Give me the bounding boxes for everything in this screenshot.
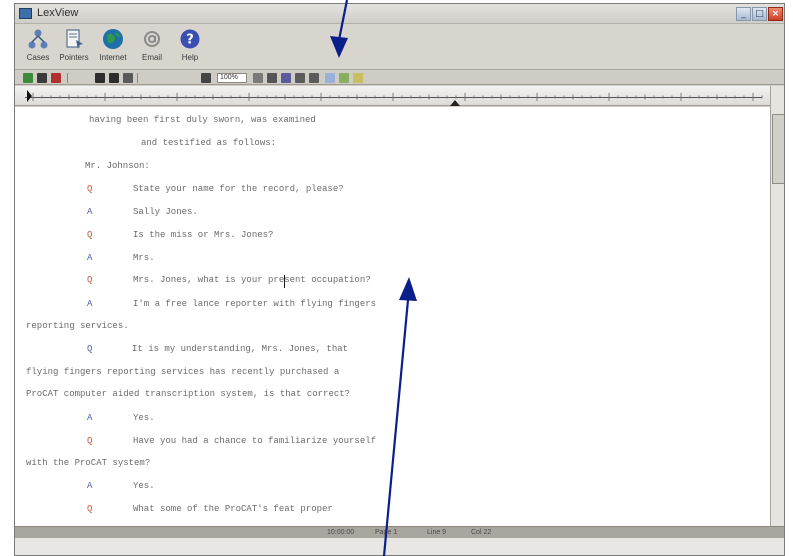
transcript-line[interactable]: having been first duly sworn, was examin… <box>89 115 316 126</box>
ruler[interactable] <box>15 86 770 106</box>
pointers-icon <box>66 29 83 49</box>
answer-marker: A <box>87 253 93 263</box>
answer-marker: A <box>87 299 93 309</box>
transcript-line[interactable]: Mrs. Jones, what is your present occupat… <box>133 275 371 286</box>
answer-marker: A <box>87 207 93 217</box>
help-button[interactable]: ? Help <box>171 27 209 69</box>
svg-text:?: ? <box>186 33 194 48</box>
toolbar-separator <box>67 73 68 83</box>
title-bar[interactable]: LexView _ □ × <box>15 4 784 24</box>
bold-icon[interactable] <box>281 73 291 83</box>
cases-label: Cases <box>26 53 50 62</box>
binoculars-icon[interactable] <box>109 73 119 83</box>
zoom-dropdown-icon[interactable] <box>253 73 263 83</box>
status-page: Page 1 <box>375 529 398 536</box>
format-toolbar: 100% <box>15 71 784 85</box>
toolbar-separator <box>137 73 138 83</box>
minimize-button[interactable]: _ <box>736 7 751 21</box>
cases-button[interactable]: Cases <box>19 27 57 69</box>
ruler-ticks <box>27 90 763 106</box>
close-button[interactable]: × <box>768 7 783 21</box>
help-label: Help <box>181 53 199 62</box>
transcript-line[interactable]: and testified as follows: <box>141 138 276 149</box>
transcript-line[interactable]: Mr. Johnson: <box>85 161 150 172</box>
status-column: Col 22 <box>471 529 492 536</box>
question-marker: Q <box>87 436 93 446</box>
pointers-label: Pointers <box>59 53 89 62</box>
main-toolbar: Cases Pointers Internet Email ? Help <box>15 24 784 70</box>
window-title: LexView <box>37 7 79 19</box>
vertical-scrollbar[interactable] <box>770 86 784 526</box>
app-window: LexView _ □ × Cases Pointers Internet Em… <box>14 3 785 556</box>
cases-icon <box>28 29 48 49</box>
bookmark-icon[interactable] <box>123 73 133 83</box>
transcript-line[interactable]: flying fingers reporting services has re… <box>26 367 339 378</box>
question-marker: Q <box>87 184 93 194</box>
color-icon[interactable] <box>339 73 349 83</box>
answer-marker: Q <box>87 344 93 354</box>
status-line: Line 9 <box>427 529 447 536</box>
stop-icon[interactable] <box>51 73 61 83</box>
internet-label: Internet <box>99 53 127 62</box>
email-button[interactable]: Email <box>133 27 171 69</box>
transcript-line[interactable]: reporting services. <box>26 321 129 332</box>
print-icon[interactable] <box>37 73 47 83</box>
pointers-button[interactable]: Pointers <box>55 27 93 69</box>
underline-icon[interactable] <box>309 73 319 83</box>
transcript-line[interactable]: It is my understanding, Mrs. Jones, that <box>132 344 348 355</box>
question-marker: Q <box>87 504 93 514</box>
maximize-button[interactable]: □ <box>752 7 767 21</box>
transcript-line[interactable]: State your name for the record, please? <box>133 184 344 195</box>
scrollbar-thumb[interactable] <box>772 114 784 184</box>
app-icon <box>19 8 32 19</box>
italic-icon[interactable] <box>295 73 305 83</box>
status-time: 10:00:00 <box>327 529 355 536</box>
bottom-strip <box>15 538 784 555</box>
transcript-line[interactable]: Have you had a chance to familiarize you… <box>133 436 376 447</box>
transcript-line[interactable]: Yes. <box>133 413 155 424</box>
highlight-icon[interactable] <box>325 73 335 83</box>
globe-icon <box>103 29 123 49</box>
note-icon[interactable] <box>353 73 363 83</box>
transcript-line[interactable]: What some of the ProCAT's feat proper <box>133 504 333 515</box>
zoom-select[interactable]: 100% <box>217 73 247 83</box>
transcript-line[interactable]: Sally Jones. <box>133 207 198 218</box>
paragraph-icon[interactable] <box>201 73 211 83</box>
find-icon[interactable] <box>95 73 105 83</box>
email-icon <box>144 31 160 47</box>
status-bar: 10:00:00 Page 1 Line 9 Col 22 <box>15 526 784 538</box>
save-icon[interactable] <box>23 73 33 83</box>
transcript-line[interactable]: I'm a free lance reporter with flying fi… <box>133 299 376 310</box>
question-marker: Q <box>87 230 93 240</box>
transcript-line[interactable]: ProCAT computer aided transcription syst… <box>26 389 350 400</box>
email-label: Email <box>141 53 162 62</box>
question-marker: Q <box>87 275 93 285</box>
internet-button[interactable]: Internet <box>94 27 132 69</box>
transcript-pane[interactable]: having been first duly sworn, was examin… <box>15 107 770 526</box>
transcript-line[interactable]: Is the miss or Mrs. Jones? <box>133 230 273 241</box>
transcript-line[interactable]: with the ProCAT system? <box>26 458 150 469</box>
answer-marker: A <box>87 481 93 491</box>
help-icon: ? <box>180 29 200 49</box>
answer-marker: A <box>87 413 93 423</box>
page-icon[interactable] <box>267 73 277 83</box>
transcript-line[interactable]: Yes. <box>133 481 155 492</box>
transcript-line[interactable]: Mrs. <box>133 253 155 264</box>
